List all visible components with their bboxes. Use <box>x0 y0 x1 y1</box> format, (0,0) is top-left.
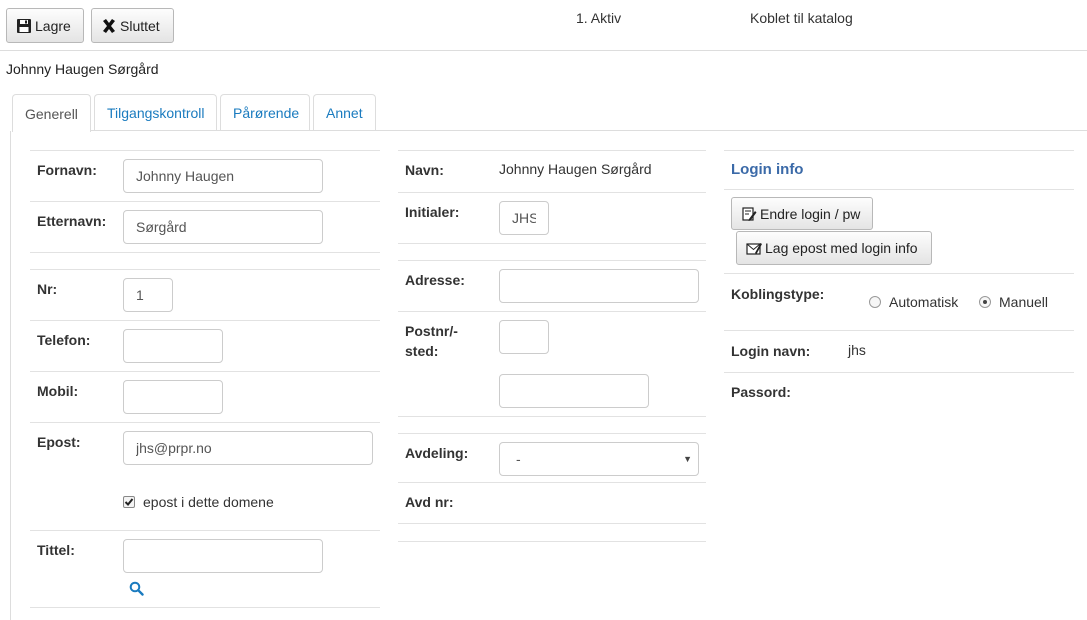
tab-parorende[interactable]: Pårørende <box>220 94 310 131</box>
divider <box>398 416 706 417</box>
divider <box>398 150 706 151</box>
email-login-label: Lag epost med login info <box>765 240 918 256</box>
postnr-input[interactable] <box>499 320 549 354</box>
radio-manuell-label: Manuell <box>999 294 1049 310</box>
divider <box>398 482 706 483</box>
postnr-label-line2: sted: <box>405 343 439 359</box>
divider <box>30 422 380 423</box>
search-icon[interactable] <box>129 581 144 599</box>
avdeling-label: Avdeling: <box>405 445 469 461</box>
koblingstype-label: Koblingstype: <box>731 286 825 302</box>
divider <box>30 252 380 253</box>
adresse-label: Adresse: <box>405 272 465 288</box>
panel-border <box>10 131 11 620</box>
mobil-input[interactable] <box>123 380 223 414</box>
quit-button[interactable]: Sluttet <box>91 8 174 43</box>
navn-label: Navn: <box>405 162 444 178</box>
epost-input[interactable] <box>123 431 373 465</box>
divider <box>724 273 1074 274</box>
user-full-name: Johnny Haugen Sørgård <box>6 61 159 77</box>
divider <box>30 607 380 608</box>
divider <box>724 189 1074 190</box>
radio-manuell[interactable]: Manuell <box>979 294 1048 310</box>
login-info-title: Login info <box>731 161 804 178</box>
status-active: 1. Aktiv <box>576 10 622 26</box>
tittel-input[interactable] <box>123 539 323 573</box>
toolbar: Lagre Sluttet 1. Aktiv Koblet til katalo… <box>0 0 1087 51</box>
passord-label: Passord: <box>731 384 791 400</box>
divider <box>30 150 380 151</box>
initialer-label: Initialer: <box>405 204 460 220</box>
divider <box>398 433 706 434</box>
nr-input[interactable] <box>123 278 173 312</box>
etternavn-input[interactable] <box>123 210 323 244</box>
adresse-input[interactable] <box>499 269 699 303</box>
navn-value: Johnny Haugen Sørgård <box>499 161 652 177</box>
divider <box>30 530 380 531</box>
radio-automatisk-label: Automatisk <box>889 294 959 310</box>
tab-generell[interactable]: Generell <box>12 94 91 132</box>
divider <box>724 330 1074 331</box>
divider <box>724 150 1074 151</box>
radio-automatisk[interactable]: Automatisk <box>869 294 958 310</box>
envelope-edit-icon <box>745 239 763 257</box>
status-catalog: Koblet til katalog <box>750 10 853 26</box>
radio-manuell-dot <box>979 296 991 308</box>
divider <box>30 201 380 202</box>
tittel-label: Tittel: <box>37 542 75 558</box>
divider <box>724 372 1074 373</box>
mobil-label: Mobil: <box>37 383 79 399</box>
save-label: Lagre <box>35 17 71 34</box>
change-login-button[interactable]: Endre login / pw <box>731 197 873 230</box>
save-button[interactable]: Lagre <box>6 8 84 43</box>
fornavn-label: Fornavn: <box>37 162 97 178</box>
tab-tilgangskontroll[interactable]: Tilgangskontroll <box>94 94 217 131</box>
divider <box>398 541 706 542</box>
initialer-input[interactable] <box>499 201 549 235</box>
divider <box>398 243 706 244</box>
divider <box>398 311 706 312</box>
quit-label: Sluttet <box>120 17 160 34</box>
divider <box>398 192 706 193</box>
radio-automatisk-dot <box>869 296 881 308</box>
tab-divider <box>12 130 1087 131</box>
floppy-disk-icon <box>15 17 33 35</box>
postnr-label-line1: Postnr/- <box>405 323 458 339</box>
avdnr-label: Avd nr: <box>405 494 454 510</box>
divider <box>30 371 380 372</box>
fornavn-input[interactable] <box>123 159 323 193</box>
avdeling-select[interactable]: - ▼ <box>499 442 699 476</box>
login-navn-value: jhs <box>848 342 866 358</box>
change-login-label: Endre login / pw <box>760 205 861 222</box>
close-x-icon <box>100 17 118 35</box>
divider <box>30 269 380 270</box>
divider <box>398 523 706 524</box>
epost-domain-checkbox[interactable] <box>123 496 135 508</box>
epost-label: Epost: <box>37 434 81 450</box>
tab-annet[interactable]: Annet <box>313 94 376 131</box>
telefon-label: Telefon: <box>37 332 91 348</box>
telefon-input[interactable] <box>123 329 223 363</box>
epost-domain-label: epost i dette domene <box>143 494 274 510</box>
edit-document-icon <box>740 205 758 223</box>
nr-label: Nr: <box>37 281 58 297</box>
divider <box>30 320 380 321</box>
login-navn-label: Login navn: <box>731 343 811 359</box>
epost-domain-row: epost i dette domene <box>123 494 274 510</box>
divider <box>398 260 706 261</box>
chevron-down-icon: ▼ <box>683 454 692 464</box>
poststed-input[interactable] <box>499 374 649 408</box>
etternavn-label: Etternavn: <box>37 213 107 229</box>
avdeling-selected-value: - <box>516 451 521 467</box>
email-login-button[interactable]: Lag epost med login info <box>736 231 932 265</box>
